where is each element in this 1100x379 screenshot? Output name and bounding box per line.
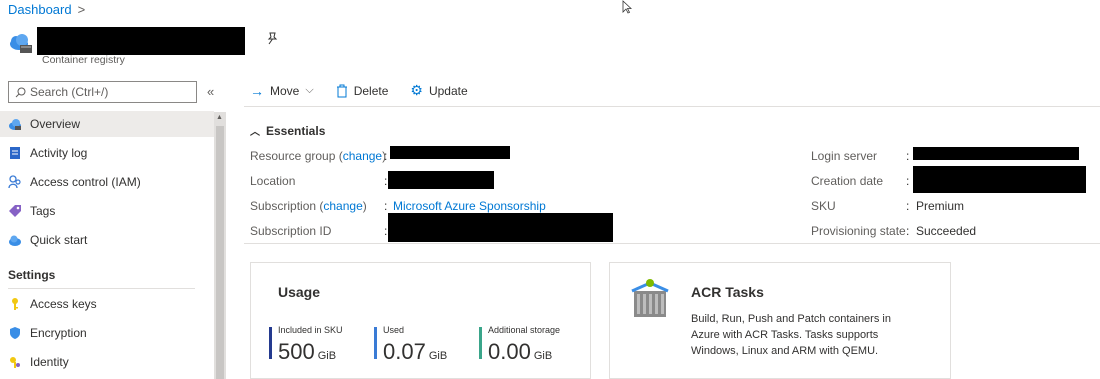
resource-header bbox=[8, 28, 34, 58]
essentials-toggle[interactable]: ︿ Essentials bbox=[250, 123, 326, 139]
delete-button[interactable]: Delete bbox=[336, 83, 389, 98]
trash-icon bbox=[336, 84, 347, 97]
sidebar-item-access-keys[interactable]: Access keys bbox=[0, 291, 214, 317]
resource-type-label: Container registry bbox=[42, 54, 125, 66]
acr-tasks-card[interactable]: ACR Tasks Build, Run, Push and Patch con… bbox=[609, 262, 951, 379]
move-label: Move bbox=[270, 83, 300, 98]
metric-value: 0.07 GiB bbox=[383, 339, 448, 364]
metric-bar bbox=[479, 327, 482, 359]
resource-group-change-link[interactable]: change bbox=[343, 149, 382, 163]
update-button[interactable]: ⚙ Update bbox=[410, 82, 467, 99]
sku-label: SKU bbox=[811, 199, 836, 213]
subscription-value-link[interactable]: Microsoft Azure Sponsorship bbox=[393, 199, 546, 213]
acr-tasks-description: Build, Run, Push and Patch containers in… bbox=[691, 313, 891, 357]
sidebar-item-label: Activity log bbox=[30, 146, 88, 160]
sku-value: Premium bbox=[916, 199, 965, 213]
sidebar-item-label: Access control (IAM) bbox=[30, 175, 141, 189]
sidebar-item-label: Quick start bbox=[30, 233, 88, 247]
metric-value: 0.00 GiB bbox=[488, 339, 553, 364]
location-label: Location bbox=[250, 174, 296, 188]
redacted-subscription-id bbox=[388, 213, 613, 242]
scroll-up-arrow-icon[interactable]: ▲ bbox=[216, 114, 223, 121]
acr-tasks-title: ACR Tasks bbox=[691, 284, 764, 300]
arrow-right-icon: → bbox=[250, 82, 264, 99]
sidebar-item-label: Identity bbox=[30, 355, 69, 369]
cloud-icon bbox=[9, 119, 21, 130]
sidebar-item-quick-start[interactable]: Quick start bbox=[0, 227, 214, 253]
sidebar-item-label: Access keys bbox=[30, 297, 97, 311]
metric-value: 500 GiB bbox=[278, 339, 337, 364]
essentials-title: Essentials bbox=[266, 123, 326, 138]
breadcrumb-dashboard-link[interactable]: Dashboard bbox=[8, 2, 72, 17]
delete-label: Delete bbox=[353, 83, 389, 98]
container-registry-icon bbox=[10, 34, 32, 53]
usage-card: Usage Included in SKU 500 GiB Used 0.07 Gi… bbox=[250, 262, 591, 379]
tag-icon bbox=[9, 205, 21, 217]
provisioning-state-value: Succeeded bbox=[916, 224, 977, 238]
provisioning-state-label: Provisioning state bbox=[811, 224, 906, 238]
subscription-id-label: Subscription ID bbox=[250, 224, 332, 238]
acr-tasks-icon bbox=[631, 279, 669, 317]
sidebar-item-label: Overview bbox=[30, 117, 81, 131]
metric-bar bbox=[269, 327, 272, 359]
redacted-login-server bbox=[913, 147, 1079, 160]
sidebar-item-overview[interactable]: Overview bbox=[0, 111, 214, 137]
toolbar-divider bbox=[244, 106, 1100, 107]
sidebar: Search (Ctrl+/) « Overview Activity log … bbox=[0, 78, 226, 379]
breadcrumb: Dashboard > bbox=[8, 2, 85, 17]
iam-icon bbox=[8, 175, 21, 189]
sidebar-item-encryption[interactable]: Encryption bbox=[0, 320, 214, 346]
shield-icon bbox=[10, 327, 20, 339]
essentials-divider bbox=[244, 243, 1100, 244]
quick-start-icon bbox=[9, 235, 21, 246]
metric-label: Included in SKU bbox=[278, 325, 343, 335]
chevron-down-icon: ⌵ bbox=[305, 84, 314, 96]
redacted-resource-name bbox=[37, 27, 245, 55]
mouse-cursor-icon bbox=[622, 0, 632, 14]
identity-icon bbox=[10, 357, 20, 368]
settings-section-heading: Settings bbox=[8, 268, 56, 282]
sidebar-item-access-control[interactable]: Access control (IAM) bbox=[0, 169, 214, 195]
breadcrumb-separator: > bbox=[77, 2, 86, 17]
command-toolbar: → Move ⌵ Delete ⚙ Update bbox=[250, 82, 468, 99]
sidebar-item-tags[interactable]: Tags bbox=[0, 198, 214, 224]
redacted-creation-date bbox=[913, 166, 1086, 193]
redacted-resource-group bbox=[390, 146, 510, 159]
activity-log-icon bbox=[10, 147, 20, 159]
chevron-up-icon: ︿ bbox=[250, 127, 260, 138]
resource-group-label: Resource group (change) bbox=[250, 149, 387, 163]
collapse-sidebar-icon[interactable]: « bbox=[207, 84, 214, 99]
login-server-label: Login server bbox=[811, 149, 878, 163]
search-placeholder: Search (Ctrl+/) bbox=[30, 85, 109, 99]
key-icon bbox=[12, 298, 18, 310]
search-icon bbox=[15, 87, 26, 97]
sidebar-item-label: Encryption bbox=[30, 326, 87, 340]
subscription-label: Subscription (change) bbox=[250, 199, 367, 213]
subscription-change-link[interactable]: change bbox=[323, 199, 362, 213]
metric-label: Additional storage bbox=[488, 325, 561, 335]
move-button[interactable]: → Move ⌵ bbox=[250, 83, 314, 99]
usage-card-title: Usage bbox=[278, 284, 321, 300]
search-input[interactable]: Search (Ctrl+/) bbox=[8, 81, 197, 103]
scrollbar-thumb[interactable] bbox=[216, 126, 224, 379]
section-divider bbox=[8, 288, 195, 289]
sidebar-item-identity[interactable]: Identity bbox=[0, 349, 214, 375]
update-label: Update bbox=[428, 83, 468, 98]
sidebar-item-label: Tags bbox=[30, 204, 56, 218]
metric-bar bbox=[374, 327, 377, 359]
sidebar-item-activity-log[interactable]: Activity log bbox=[0, 140, 214, 166]
creation-date-label: Creation date bbox=[811, 174, 884, 188]
redacted-location bbox=[388, 171, 494, 189]
gear-icon: ⚙ bbox=[410, 82, 423, 98]
metric-label: Used bbox=[383, 325, 405, 335]
pin-icon[interactable] bbox=[266, 32, 279, 45]
